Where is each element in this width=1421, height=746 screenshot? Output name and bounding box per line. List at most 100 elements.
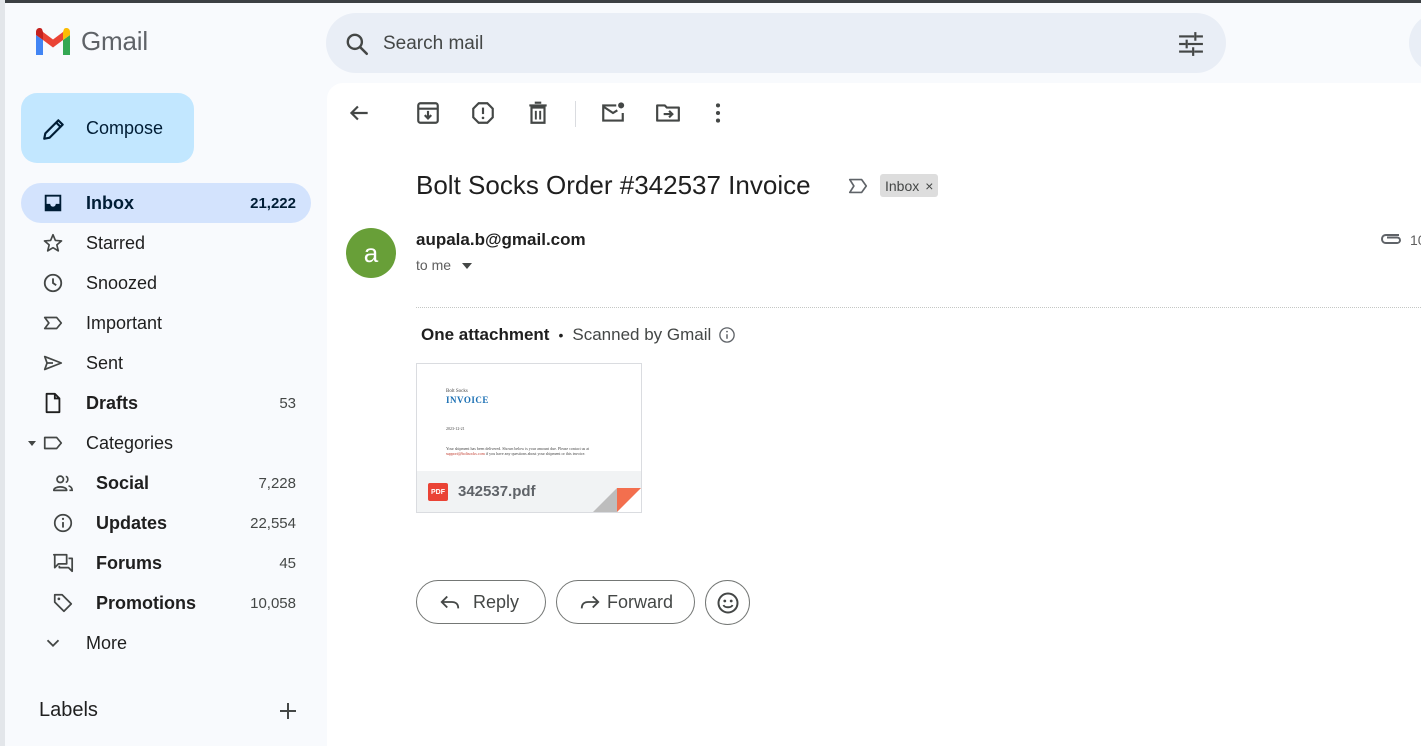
- attachment-footer: PDF 342537.pdf: [417, 471, 641, 512]
- sidebar-item-label: Starred: [86, 233, 146, 253]
- sidebar-item-forums[interactable]: Forums 45: [21, 543, 311, 583]
- info-icon[interactable]: [718, 326, 736, 344]
- sidebar-item-inbox[interactable]: Inbox 21,222: [21, 183, 311, 223]
- back-arrow-icon[interactable]: [346, 100, 372, 126]
- category-count: 7,228: [258, 475, 296, 492]
- inbox-icon: [44, 194, 62, 212]
- account-avatar[interactable]: [1409, 13, 1421, 73]
- compose-label: Compose: [86, 118, 164, 138]
- reply-label: Reply: [473, 592, 520, 612]
- emoji-icon: [717, 592, 739, 614]
- app-name: Gmail: [81, 26, 148, 56]
- sidebar-item-label: Promotions: [96, 593, 197, 613]
- archive-icon[interactable]: [415, 100, 441, 126]
- window-left-border: [0, 0, 5, 746]
- preview-text-2: if you have any questions about your shi…: [485, 451, 586, 456]
- sender-email[interactable]: aupala.b@gmail.com: [416, 230, 586, 250]
- label-chip-inbox[interactable]: Inbox ×: [880, 174, 939, 197]
- emoji-reaction-button[interactable]: [705, 580, 750, 625]
- category-count: 45: [279, 555, 296, 572]
- sidebar-item-label: Sent: [86, 353, 124, 373]
- preview-body: Your shipment has been delivered. Shown …: [446, 446, 616, 456]
- forward-label: Forward: [607, 592, 674, 612]
- sidebar-item-label: Updates: [96, 513, 168, 533]
- draft-count: 53: [279, 395, 296, 412]
- reply-icon: [440, 595, 460, 609]
- unread-count: 21,222: [250, 195, 296, 212]
- pdf-icon: PDF: [428, 483, 448, 501]
- attachment-filename: 342537.pdf: [458, 483, 536, 500]
- attachment-preview: Bolt Socks INVOICE 2023-12-21 Your shipm…: [417, 364, 641, 471]
- report-spam-icon[interactable]: [470, 100, 496, 126]
- info-icon: [53, 513, 73, 533]
- scan-status: Scanned by Gmail: [572, 325, 712, 344]
- sidebar-item-important[interactable]: Important: [21, 303, 311, 343]
- mark-unread-icon[interactable]: [600, 100, 626, 126]
- forum-icon: [52, 553, 74, 573]
- preview-title: INVOICE: [446, 395, 489, 405]
- search-options-icon[interactable]: [1178, 31, 1204, 57]
- attachment-count: One attachment: [421, 325, 550, 344]
- sidebar-item-label: Forums: [96, 553, 163, 573]
- tag-icon: [53, 593, 73, 613]
- reply-button[interactable]: Reply: [416, 580, 546, 624]
- preview-date: 2023-12-21: [446, 426, 465, 431]
- draft-icon: [45, 392, 61, 414]
- remove-label-icon[interactable]: ×: [925, 178, 933, 194]
- forward-button[interactable]: Forward: [556, 580, 695, 624]
- sender-avatar[interactable]: a: [346, 228, 396, 278]
- recipient-summary: to me: [416, 257, 452, 273]
- gmail-logo[interactable]: Gmail: [34, 26, 148, 57]
- sidebar-item-label: Snoozed: [86, 273, 158, 293]
- email-date: 10: [1410, 232, 1421, 248]
- label-chip-text: Inbox: [885, 177, 920, 194]
- chevron-down-icon: [46, 639, 60, 648]
- move-to-icon[interactable]: [655, 100, 681, 126]
- separator-dot: •: [558, 327, 564, 343]
- caret-down-icon[interactable]: [27, 438, 37, 448]
- attachment-header: One attachment • Scanned by Gmail: [421, 325, 736, 345]
- importance-marker-icon[interactable]: [847, 176, 869, 196]
- sidebar-item-promotions[interactable]: Promotions 10,058: [21, 583, 311, 623]
- show-details-icon[interactable]: [461, 262, 473, 270]
- forward-icon: [580, 595, 600, 609]
- attachment-card[interactable]: Bolt Socks INVOICE 2023-12-21 Your shipm…: [416, 363, 642, 513]
- attachment-clip-icon: [1380, 234, 1402, 244]
- people-icon: [52, 475, 73, 492]
- search-bar: [326, 13, 1226, 73]
- delete-icon[interactable]: [525, 100, 551, 126]
- sidebar-item-drafts[interactable]: Drafts 53: [21, 383, 311, 423]
- sidebar-item-label: More: [86, 633, 128, 653]
- category-count: 10,058: [250, 595, 296, 612]
- sidebar-item-label: Important: [86, 313, 163, 333]
- window-top-border: [0, 0, 1421, 3]
- clock-icon: [43, 273, 63, 293]
- sidebar-item-label: Drafts: [86, 393, 139, 413]
- sidebar-item-categories[interactable]: Categories: [21, 423, 311, 463]
- sidebar-item-snoozed[interactable]: Snoozed: [21, 263, 311, 303]
- sidebar-item-starred[interactable]: Starred: [21, 223, 311, 263]
- compose-button[interactable]: Compose: [21, 93, 194, 163]
- preview-company: Bolt Socks: [446, 389, 468, 394]
- toolbar-divider: [575, 101, 576, 127]
- label-icon: [43, 436, 63, 450]
- sidebar-item-social[interactable]: Social 7,228: [21, 463, 311, 503]
- email-subject: Bolt Socks Order #342537 Invoice: [416, 170, 811, 200]
- pencil-icon: [43, 119, 64, 140]
- important-icon: [43, 316, 63, 330]
- search-input[interactable]: [381, 27, 1145, 61]
- sidebar-item-label: Inbox: [86, 193, 134, 213]
- sidebar-item-more[interactable]: More: [21, 623, 311, 663]
- gmail-m-icon: [36, 27, 70, 55]
- search-icon[interactable]: [344, 31, 370, 57]
- labels-heading: Labels: [39, 699, 98, 721]
- sidebar-item-updates[interactable]: Updates 22,554: [21, 503, 311, 543]
- sidebar-item-sent[interactable]: Sent: [21, 343, 311, 383]
- sidebar-item-label: Social: [96, 473, 150, 493]
- more-options-icon[interactable]: [705, 100, 731, 126]
- attachment-divider: [416, 307, 1421, 308]
- add-label-icon[interactable]: [277, 700, 299, 722]
- sidebar-item-label: Categories: [86, 433, 174, 453]
- send-icon: [43, 355, 63, 371]
- category-count: 22,554: [250, 515, 296, 532]
